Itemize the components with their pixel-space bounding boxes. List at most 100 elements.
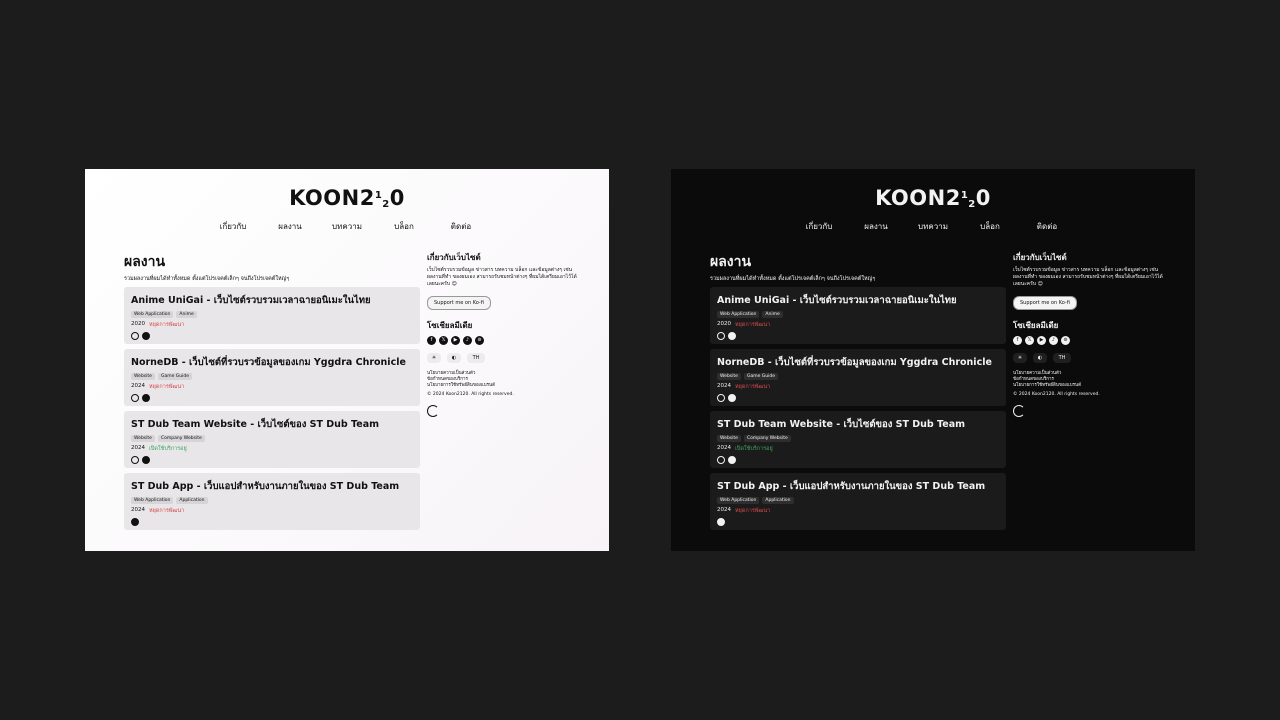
globe-icon[interactable] xyxy=(131,456,139,464)
facebook-icon[interactable]: f xyxy=(1013,336,1022,345)
x-icon[interactable]: 𝕏 xyxy=(1025,336,1034,345)
nav-articles[interactable]: บทความ xyxy=(319,220,376,233)
about-description: เว็บไซต์รวบรวมข้อมูล ข่าวสาร บทความ บล็อ… xyxy=(1013,267,1163,287)
project-tags: Website Company Website xyxy=(717,435,999,442)
loading-spinner-icon xyxy=(427,405,439,417)
project-tag: Website xyxy=(131,435,155,442)
brand-policy-link[interactable]: นโยบายการใช้ทรัพย์สินของแบรนด์ xyxy=(1013,383,1163,389)
project-year: 2020 xyxy=(717,321,731,327)
project-title[interactable]: ST Dub Team Website - เว็บไซต์ของ ST Dub… xyxy=(131,417,413,432)
project-status: หยุดการพัฒนา xyxy=(735,322,771,328)
language-toggle[interactable]: TH xyxy=(1053,353,1071,363)
project-title[interactable]: ST Dub Team Website - เว็บไซต์ของ ST Dub… xyxy=(717,417,999,432)
nav-blog[interactable]: บล็อก xyxy=(376,220,433,233)
github-icon[interactable] xyxy=(728,394,736,402)
nav-about[interactable]: เกี่ยวกับ xyxy=(205,220,262,233)
github-icon[interactable] xyxy=(142,456,150,464)
project-tag: Application xyxy=(176,497,208,504)
project-card[interactable]: Anime UniGai - เว็บไซต์รวบรวมเวลาฉายอนิเ… xyxy=(710,287,1006,344)
kofi-button[interactable]: Support me on Ko-fi xyxy=(1013,296,1077,310)
facebook-icon[interactable]: f xyxy=(427,336,436,345)
works-section: ผลงาน รวมผลงานที่ผมได้ทำทั้งหมด ตั้งแต่โ… xyxy=(710,251,1006,535)
nav-works[interactable]: ผลงาน xyxy=(848,220,905,233)
project-tags: Web Application Anime xyxy=(131,311,413,318)
nav-articles[interactable]: บทความ xyxy=(905,220,962,233)
project-list: Anime UniGai - เว็บไซต์รวบรวมเวลาฉายอนิเ… xyxy=(124,287,420,530)
project-card[interactable]: Anime UniGai - เว็บไซต์รวบรวมเวลาฉายอนิเ… xyxy=(124,287,420,344)
youtube-icon[interactable]: ▶ xyxy=(451,336,460,345)
globe-icon[interactable] xyxy=(717,456,725,464)
project-title[interactable]: ST Dub App - เว็บแอปสำหรับงานภายในของ ST… xyxy=(131,479,413,494)
project-card[interactable]: ST Dub Team Website - เว็บไซต์ของ ST Dub… xyxy=(124,411,420,468)
globe-icon[interactable] xyxy=(717,394,725,402)
project-year: 2024 xyxy=(717,445,731,451)
project-tag: Anime xyxy=(176,311,197,318)
project-tag: Web Application xyxy=(717,497,760,504)
works-section: ผลงาน รวมผลงานที่ผมได้ทำทั้งหมด ตั้งแต่โ… xyxy=(124,251,420,535)
page-description: รวมผลงานที่ผมได้ทำทั้งหมด ตั้งแต่โปรเจคต… xyxy=(710,276,876,282)
dark-theme-preview: KOON2120 เกี่ยวกับ ผลงาน บทความ บล็อก ติ… xyxy=(671,169,1195,551)
project-title[interactable]: NorneDB - เว็บไซต์ที่รวบรวข้อมูลของเกม Y… xyxy=(717,355,999,370)
project-title[interactable]: NorneDB - เว็บไซต์ที่รวบรวข้อมูลของเกม Y… xyxy=(131,355,413,370)
footer-links: นโยบายความเป็นส่วนตัว ข้อกำหนดของบริการ … xyxy=(1013,371,1163,389)
project-title[interactable]: Anime UniGai - เว็บไซต์รวบรวมเวลาฉายอนิเ… xyxy=(131,293,413,308)
github-icon[interactable] xyxy=(131,518,139,526)
project-tags: Website Game Guide xyxy=(717,373,999,380)
github-icon[interactable] xyxy=(728,332,736,340)
globe-icon[interactable] xyxy=(131,332,139,340)
social-title: โซเชียลมีเดีย xyxy=(427,321,473,330)
threads-icon[interactable]: ⊚ xyxy=(475,336,484,345)
project-links xyxy=(717,394,999,402)
brand-policy-link[interactable]: นโยบายการใช้ทรัพย์สินของแบรนด์ xyxy=(427,383,577,389)
project-card[interactable]: NorneDB - เว็บไซต์ที่รวบรวข้อมูลของเกม Y… xyxy=(710,349,1006,406)
threads-icon[interactable]: ⊚ xyxy=(1061,336,1070,345)
project-tag: Website xyxy=(131,373,155,380)
youtube-icon[interactable]: ▶ xyxy=(1037,336,1046,345)
dark-mode-icon[interactable]: ◐ xyxy=(447,353,461,363)
tiktok-icon[interactable]: ♪ xyxy=(463,336,472,345)
project-meta: 2024 เปิดใช้บริการอยู่ xyxy=(717,445,999,453)
project-card[interactable]: ST Dub App - เว็บแอปสำหรับงานภายในของ ST… xyxy=(710,473,1006,530)
kofi-button[interactable]: Support me on Ko-fi xyxy=(427,296,491,310)
github-icon[interactable] xyxy=(728,456,736,464)
site-logo[interactable]: KOON2120 xyxy=(671,186,1195,210)
nav-contact[interactable]: ติดต่อ xyxy=(1019,220,1076,233)
project-title[interactable]: ST Dub App - เว็บแอปสำหรับงานภายในของ ST… xyxy=(717,479,999,494)
project-tags: Web Application Anime xyxy=(717,311,999,318)
nav-about[interactable]: เกี่ยวกับ xyxy=(791,220,848,233)
nav-contact[interactable]: ติดต่อ xyxy=(433,220,490,233)
project-tag: Application xyxy=(762,497,794,504)
project-tag: Website xyxy=(717,373,741,380)
sidebar: เกี่ยวกับเว็บไซต์ เว็บไซต์รวบรวมข้อมูล ข… xyxy=(1013,251,1163,417)
project-links xyxy=(717,332,999,340)
project-tags: Web Application Application xyxy=(717,497,999,504)
github-icon[interactable] xyxy=(717,518,725,526)
github-icon[interactable] xyxy=(142,332,150,340)
project-card[interactable]: NorneDB - เว็บไซต์ที่รวบรวข้อมูลของเกม Y… xyxy=(124,349,420,406)
project-links xyxy=(717,456,999,464)
main-nav: เกี่ยวกับ ผลงาน บทความ บล็อก ติดต่อ xyxy=(85,220,609,233)
light-mode-icon[interactable]: ☀ xyxy=(427,353,441,363)
project-tags: Website Company Website xyxy=(131,435,413,442)
site-logo[interactable]: KOON2120 xyxy=(85,186,609,210)
light-mode-icon[interactable]: ☀ xyxy=(1013,353,1027,363)
project-meta: 2024 เปิดใช้บริการอยู่ xyxy=(131,445,413,453)
project-card[interactable]: ST Dub App - เว็บแอปสำหรับงานภายในของ ST… xyxy=(124,473,420,530)
project-links xyxy=(717,518,999,526)
dark-mode-icon[interactable]: ◐ xyxy=(1033,353,1047,363)
project-year: 2024 xyxy=(131,383,145,389)
language-toggle[interactable]: TH xyxy=(467,353,485,363)
tiktok-icon[interactable]: ♪ xyxy=(1049,336,1058,345)
globe-icon[interactable] xyxy=(131,394,139,402)
project-links xyxy=(131,518,413,526)
globe-icon[interactable] xyxy=(717,332,725,340)
project-tag: Game Guide xyxy=(157,373,192,380)
project-title[interactable]: Anime UniGai - เว็บไซต์รวบรวมเวลาฉายอนิเ… xyxy=(717,293,999,308)
github-icon[interactable] xyxy=(142,394,150,402)
project-status: หยุดการพัฒนา xyxy=(735,384,771,390)
x-icon[interactable]: 𝕏 xyxy=(439,336,448,345)
project-card[interactable]: ST Dub Team Website - เว็บไซต์ของ ST Dub… xyxy=(710,411,1006,468)
nav-blog[interactable]: บล็อก xyxy=(962,220,1019,233)
theme-controls: ☀ ◐ TH xyxy=(427,353,577,363)
nav-works[interactable]: ผลงาน xyxy=(262,220,319,233)
